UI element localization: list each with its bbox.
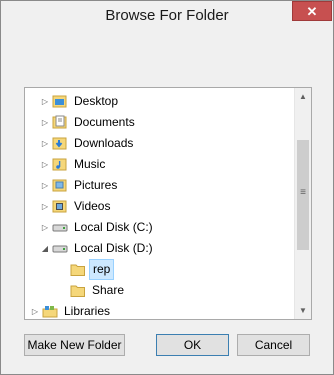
- collapsed-arrow-icon[interactable]: ▷: [40, 217, 50, 238]
- libraries-icon: [42, 304, 58, 319]
- close-button[interactable]: ✕: [292, 1, 332, 21]
- tree-item[interactable]: ▷ Pictures: [25, 175, 295, 196]
- tree-item-label: Music: [74, 157, 106, 171]
- tree-item-label: Pictures: [74, 178, 118, 192]
- tree-item[interactable]: ▷ Documents: [25, 112, 295, 133]
- collapsed-arrow-icon[interactable]: ▷: [40, 112, 50, 133]
- scrollbar-grip-icon: ≡: [300, 187, 306, 198]
- collapsed-arrow-icon[interactable]: ▷: [40, 196, 50, 217]
- vertical-scrollbar[interactable]: ▲ ≡ ▼: [294, 88, 311, 319]
- tree-item[interactable]: rep: [25, 259, 295, 280]
- local-disk-icon: [52, 241, 68, 256]
- music-folder-icon: [52, 157, 68, 172]
- tree-item-label: rep: [89, 259, 115, 280]
- expanded-arrow-icon[interactable]: ◢: [40, 238, 50, 259]
- local-disk-icon: [52, 220, 68, 235]
- tree-item-label: Local Disk (C:): [74, 220, 153, 234]
- tree-item[interactable]: ▷ Downloads: [25, 133, 295, 154]
- tree-item[interactable]: ▷ Local Disk (C:): [25, 217, 295, 238]
- folder-icon: [70, 283, 86, 298]
- tree-item-label: Documents: [74, 115, 135, 129]
- dialog-title: Browse For Folder: [105, 7, 229, 24]
- folder-icon: [70, 262, 86, 277]
- ok-button[interactable]: OK: [156, 334, 229, 356]
- tree-item-label: Videos: [74, 199, 111, 213]
- tree-item-label: Local Disk (D:): [74, 241, 153, 255]
- tree-item-label: Libraries: [64, 304, 111, 318]
- cancel-button[interactable]: Cancel: [237, 334, 310, 356]
- tree-item[interactable]: ▷ Videos: [25, 196, 295, 217]
- tree-item-label: Downloads: [74, 136, 134, 150]
- tree-item[interactable]: ▷ Libraries: [25, 301, 295, 319]
- tree-item[interactable]: ▷ Desktop: [25, 91, 295, 112]
- scrollbar-thumb[interactable]: ≡: [297, 140, 309, 250]
- tree-item[interactable]: Share: [25, 280, 295, 301]
- tree-item[interactable]: ▷ Music: [25, 154, 295, 175]
- pictures-folder-icon: [52, 178, 68, 193]
- collapsed-arrow-icon[interactable]: ▷: [40, 133, 50, 154]
- tree-item-label: Desktop: [74, 94, 119, 108]
- downloads-folder-icon: [52, 136, 68, 151]
- collapsed-arrow-icon[interactable]: ▷: [40, 154, 50, 175]
- title-bar: Browse For Folder ✕: [1, 1, 333, 31]
- scroll-up-arrow-icon[interactable]: ▲: [295, 88, 311, 105]
- make-new-folder-button[interactable]: Make New Folder: [24, 334, 125, 356]
- videos-folder-icon: [52, 199, 68, 214]
- browse-for-folder-dialog: Browse For Folder ✕ ▷ Libraries Share rep ◢ L…: [0, 0, 334, 375]
- scroll-down-arrow-icon[interactable]: ▼: [295, 302, 311, 319]
- tree-item[interactable]: ◢ Local Disk (D:): [25, 238, 295, 259]
- collapsed-arrow-icon[interactable]: ▷: [30, 301, 40, 319]
- collapsed-arrow-icon[interactable]: ▷: [40, 175, 50, 196]
- tree-item-label: Share: [92, 283, 125, 297]
- desktop-folder-icon: [52, 94, 68, 109]
- documents-folder-icon: [52, 115, 68, 130]
- folder-tree[interactable]: ▷ Libraries Share rep ◢ Local Disk (D:) ▷ Local…: [24, 87, 312, 320]
- collapsed-arrow-icon[interactable]: ▷: [40, 91, 50, 112]
